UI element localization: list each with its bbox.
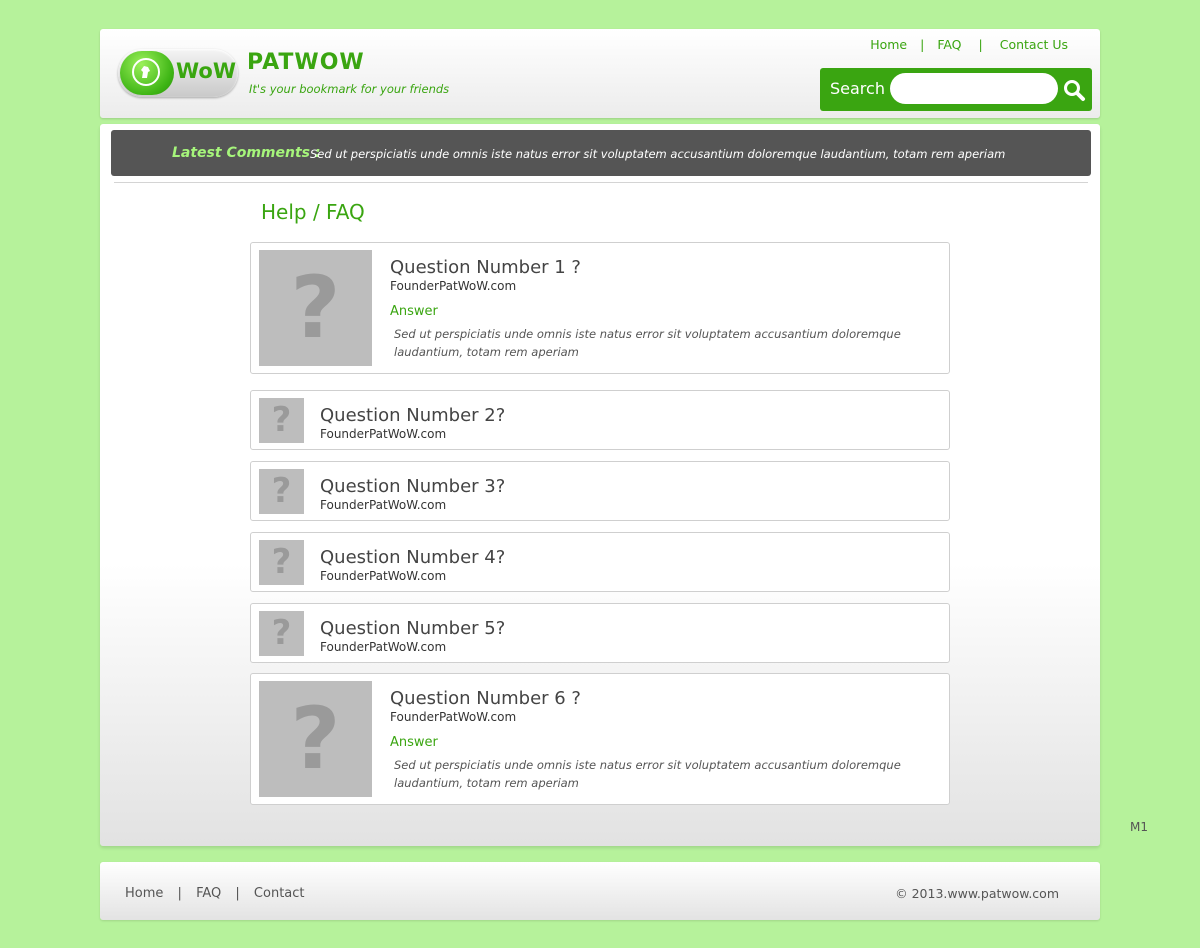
- faq-item-3[interactable]: ? Question Number 3? FounderPatWoW.com: [250, 461, 950, 521]
- faq-question-author: FounderPatWoW.com: [320, 569, 447, 583]
- faq-question-title[interactable]: Question Number 1 ?: [390, 257, 581, 278]
- faq-question-author: FounderPatWoW.com: [390, 279, 517, 293]
- latest-comments-label: Latest Comments :: [172, 145, 321, 161]
- faq-answer-text: Sed ut perspiciatis unde omnis iste natu…: [394, 327, 901, 359]
- horse-head-icon: [132, 58, 160, 86]
- footer-nav: Home | FAQ | Contact: [125, 886, 305, 901]
- search-icon[interactable]: [1062, 78, 1086, 102]
- nav-separator: |: [978, 37, 983, 52]
- search-label: Search: [830, 79, 885, 98]
- faq-question-title[interactable]: Question Number 6 ?: [390, 688, 581, 709]
- faq-answer-label: Answer: [390, 304, 438, 319]
- footer-separator: |: [177, 886, 182, 901]
- footer-link-contact[interactable]: Contact: [254, 886, 305, 901]
- faq-question-title[interactable]: Question Number 4?: [320, 547, 505, 568]
- content-panel: Latest Comments : Sed ut perspiciatis un…: [100, 124, 1100, 846]
- top-nav: Home | FAQ | Contact Us: [870, 37, 1068, 52]
- logo-text: WoW: [176, 59, 237, 83]
- divider: [114, 182, 1088, 183]
- faq-item-4[interactable]: ? Question Number 4? FounderPatWoW.com: [250, 532, 950, 592]
- question-mark-icon: ?: [259, 250, 372, 366]
- faq-item-6[interactable]: ? Question Number 6 ? FounderPatWoW.com …: [250, 673, 950, 805]
- faq-question-author: FounderPatWoW.com: [320, 498, 447, 512]
- nav-separator: |: [920, 37, 925, 52]
- faq-question-author: FounderPatWoW.com: [390, 710, 517, 724]
- footer-separator: |: [235, 886, 240, 901]
- page-title: Help / FAQ: [261, 200, 365, 224]
- logo[interactable]: WoW: [118, 49, 238, 97]
- footer-link-faq[interactable]: FAQ: [196, 886, 221, 901]
- corner-label: M1: [1130, 820, 1148, 834]
- search-input[interactable]: [890, 73, 1058, 104]
- question-mark-icon: ?: [259, 611, 304, 656]
- nav-link-contact-us[interactable]: Contact Us: [1000, 37, 1068, 52]
- faq-answer-text: Sed ut perspiciatis unde omnis iste natu…: [394, 758, 901, 790]
- faq-item-1[interactable]: ? Question Number 1 ? FounderPatWoW.com …: [250, 242, 950, 374]
- question-mark-icon: ?: [259, 540, 304, 585]
- copyright: © 2013.www.patwow.com: [895, 886, 1059, 901]
- faq-question-title[interactable]: Question Number 3?: [320, 476, 505, 497]
- site-header: WoW PATWOW It's your bookmark for your f…: [100, 29, 1100, 118]
- latest-comments-text[interactable]: Sed ut perspiciatis unde omnis iste natu…: [310, 147, 1005, 161]
- question-mark-icon: ?: [259, 469, 304, 514]
- question-mark-icon: ?: [259, 681, 372, 797]
- nav-link-home[interactable]: Home: [870, 37, 907, 52]
- latest-comments-bar: Latest Comments : Sed ut perspiciatis un…: [111, 130, 1091, 176]
- footer-link-home[interactable]: Home: [125, 886, 163, 901]
- question-mark-icon: ?: [259, 398, 304, 443]
- logo-toggle-knob: [120, 51, 174, 95]
- faq-answer-label: Answer: [390, 735, 438, 750]
- brand-tagline: It's your bookmark for your friends: [249, 82, 450, 96]
- faq-item-5[interactable]: ? Question Number 5? FounderPatWoW.com: [250, 603, 950, 663]
- site-footer: Home | FAQ | Contact © 2013.www.patwow.c…: [100, 862, 1100, 920]
- search-bar: Search: [820, 68, 1092, 111]
- brand-name: PATWOW: [247, 50, 365, 75]
- faq-question-author: FounderPatWoW.com: [320, 640, 447, 654]
- faq-question-author: FounderPatWoW.com: [320, 427, 447, 441]
- faq-item-2[interactable]: ? Question Number 2? FounderPatWoW.com: [250, 390, 950, 450]
- faq-question-title[interactable]: Question Number 2?: [320, 405, 505, 426]
- faq-question-title[interactable]: Question Number 5?: [320, 618, 505, 639]
- nav-link-faq[interactable]: FAQ: [937, 37, 961, 52]
